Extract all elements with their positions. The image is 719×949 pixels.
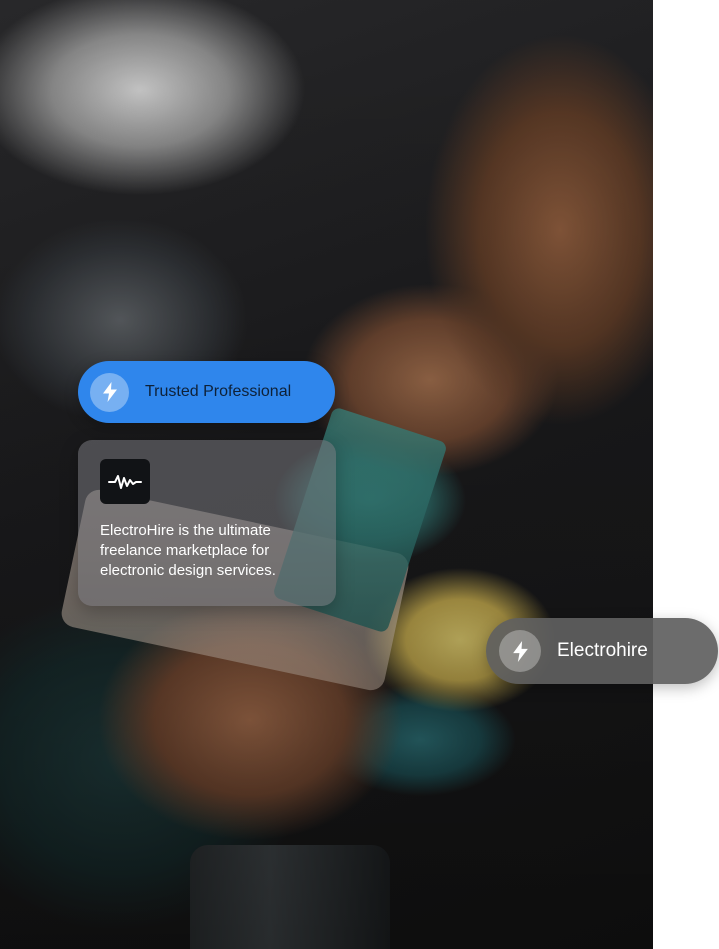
info-card-description: ElectroHire is the ultimate freelance ma… bbox=[100, 522, 276, 579]
electrohire-badge: Electrohire bbox=[486, 618, 718, 684]
lightning-icon bbox=[90, 372, 129, 412]
trusted-professional-badge: Trusted Professional bbox=[78, 361, 335, 423]
info-card: ElectroHire is the ultimate freelance ma… bbox=[78, 440, 336, 606]
lightning-icon bbox=[499, 630, 541, 672]
waveform-icon bbox=[100, 459, 150, 504]
trusted-professional-label: Trusted Professional bbox=[145, 383, 292, 400]
electrohire-label: Electrohire bbox=[557, 640, 648, 661]
